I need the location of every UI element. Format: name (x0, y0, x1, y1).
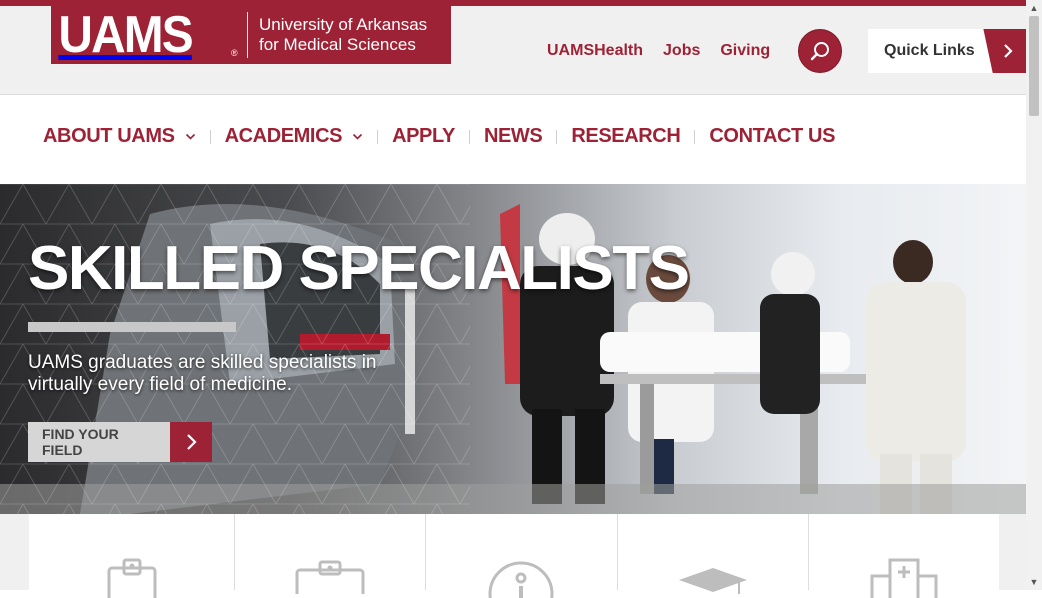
hospital-building-icon (870, 558, 938, 598)
hero-banner: SKILLED SPECIALISTS UAMS graduates are s… (0, 184, 1026, 514)
hero-underline (28, 322, 236, 332)
scroll-up-arrow[interactable]: ▲ (1026, 0, 1042, 16)
info-circle-icon (488, 561, 554, 598)
nav-item-about-uams[interactable]: ABOUT UAMS (43, 125, 196, 148)
nav-separator (556, 129, 558, 144)
logo-line-2: for Medical Sciences (259, 35, 416, 54)
link-uamshealth[interactable]: UAMSHealth (547, 42, 643, 60)
logo-mark: UAMS (58, 6, 193, 64)
quick-links-button[interactable]: Quick Links (868, 29, 1026, 73)
link-jobs[interactable]: Jobs (663, 42, 700, 60)
nav-item-academics[interactable]: ACADEMICS (225, 125, 364, 148)
hero-title: SKILLED SPECIALISTS (28, 234, 690, 303)
quick-links-arrow (983, 29, 1026, 73)
nav-label-contact-us: CONTACT US (709, 125, 836, 147)
find-your-field-button[interactable]: FIND YOUR FIELD (28, 422, 212, 462)
graduation-cap-icon (678, 568, 747, 594)
nav-label-academics: ACADEMICS (224, 125, 343, 147)
chevron-down-icon (353, 133, 363, 140)
link-giving[interactable]: Giving (720, 42, 770, 60)
search-button[interactable] (798, 29, 842, 73)
vertical-scrollbar[interactable]: ▲ ▼ (1026, 0, 1042, 590)
nav-item-research[interactable]: RESEARCH (571, 125, 680, 148)
cta-label: FIND YOUR FIELD (28, 422, 170, 462)
nav-separator (377, 129, 379, 144)
chevron-right-icon (187, 434, 197, 450)
card-id-badge[interactable] (29, 514, 235, 598)
card-info[interactable] (426, 514, 618, 598)
card-graduation[interactable] (618, 514, 809, 594)
nav-label-apply: APPLY (392, 125, 455, 147)
scrollbar-thumb[interactable] (1029, 16, 1039, 116)
card-id-card[interactable] (235, 514, 427, 594)
utility-links: UAMSHealth Jobs Giving (547, 42, 770, 60)
id-card-icon (295, 560, 365, 594)
quick-access-cards (29, 514, 999, 598)
hero-subtitle: UAMS graduates are skilled specialists i… (28, 352, 377, 395)
nav-separator (694, 129, 696, 144)
nav-item-apply[interactable]: APPLY (392, 125, 455, 148)
cta-arrow (170, 422, 212, 462)
card-hospital[interactable] (809, 514, 999, 598)
nav-item-news[interactable]: NEWS (483, 125, 543, 148)
chevron-down-icon (185, 133, 195, 140)
hero-content: SKILLED SPECIALISTS UAMS graduates are s… (28, 234, 690, 396)
logo-divider (247, 12, 248, 58)
main-navigation: ABOUT UAMS ACADEMICS APPLY NEWS RESEARCH… (0, 95, 1026, 184)
nav-label-news: NEWS (483, 125, 543, 147)
nav-label-research: RESEARCH (571, 125, 681, 147)
chevron-right-icon (1004, 44, 1013, 58)
logo-line-1: University of Arkansas (259, 15, 428, 34)
logo-registered: ® (231, 48, 238, 58)
nav-item-contact-us[interactable]: CONTACT US (709, 125, 835, 148)
uams-logo[interactable]: UAMS ® University of Arkansas for Medica… (51, 6, 451, 64)
nav-separator (468, 129, 470, 144)
scroll-down-arrow[interactable]: ▼ (1026, 574, 1042, 590)
id-badge-icon (107, 558, 156, 598)
logo-wordmark: University of Arkansas for Medical Scien… (259, 15, 427, 55)
nav-separator (209, 129, 211, 144)
nav-label-about-uams: ABOUT UAMS (43, 125, 175, 147)
search-icon (810, 42, 829, 61)
quick-links-label: Quick Links (884, 42, 975, 59)
